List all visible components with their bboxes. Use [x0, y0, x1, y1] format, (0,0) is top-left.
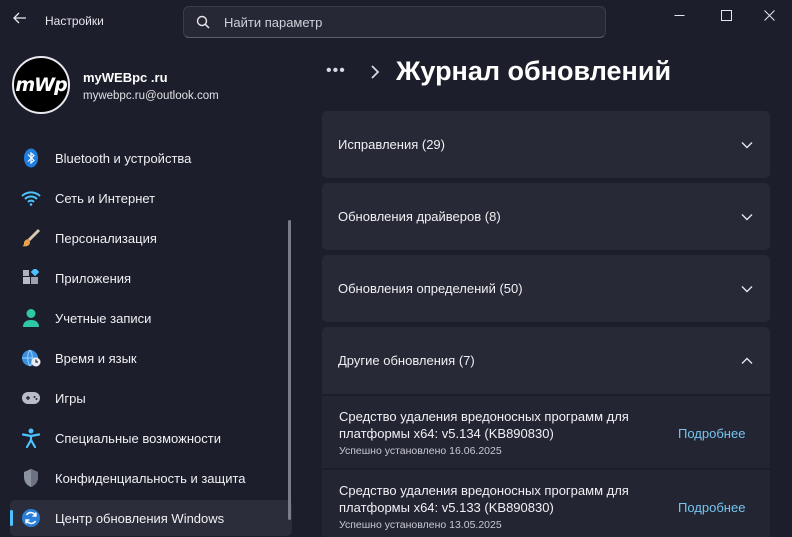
sidebar-item-label: Центр обновления Windows	[55, 511, 225, 526]
user-name: myWEBpc .ru	[83, 70, 168, 85]
sidebar-nav: Bluetooth и устройства Сеть и Интернет П…	[10, 140, 292, 537]
search-icon	[196, 15, 210, 29]
section-fixes[interactable]: Исправления (29)	[322, 111, 770, 178]
page-title: Журнал обновлений	[396, 56, 672, 86]
maximize-button[interactable]	[703, 0, 749, 30]
sidebar-item-gaming[interactable]: Игры	[10, 380, 292, 416]
sidebar-item-accessibility[interactable]: Специальные возможности	[10, 420, 292, 456]
details-link[interactable]: Подробнее	[678, 500, 745, 515]
update-entry: Средство удаления вредоносных программ д…	[322, 470, 770, 537]
back-arrow-icon	[13, 12, 26, 24]
sidebar-item-label: Сеть и Интернет	[55, 191, 156, 206]
close-button[interactable]	[746, 0, 792, 30]
sidebar-item-personalization[interactable]: Персонализация	[10, 220, 292, 256]
chevron-up-icon[interactable]	[740, 354, 754, 368]
sidebar-item-bluetooth[interactable]: Bluetooth и устройства	[10, 140, 292, 176]
minimize-button[interactable]	[656, 0, 702, 30]
update-title: Средство удаления вредоносных программ д…	[339, 409, 629, 441]
section-label: Исправления (29)	[338, 137, 445, 152]
sidebar-item-label: Bluetooth и устройства	[55, 151, 192, 166]
section-other-updates[interactable]: Другие обновления (7)	[322, 327, 770, 394]
avatar[interactable]: mWp	[12, 56, 70, 114]
back-button[interactable]	[8, 6, 32, 30]
minimize-icon	[674, 14, 684, 16]
section-driver-updates[interactable]: Обновления драйверов (8)	[322, 183, 770, 250]
close-icon	[763, 9, 775, 21]
sidebar-item-label: Игры	[55, 391, 86, 406]
sidebar-item-apps[interactable]: Приложения	[10, 260, 292, 296]
sidebar-scrollbar[interactable]	[288, 220, 291, 520]
brush-icon	[21, 228, 41, 248]
update-status: Успешно установлено 16.06.2025	[339, 445, 502, 457]
sidebar-item-time-language[interactable]: Время и язык	[10, 340, 292, 376]
app-title: Настройки	[45, 14, 104, 28]
title-bar: Настройки	[0, 0, 792, 44]
chevron-down-icon[interactable]	[740, 282, 754, 296]
sidebar-item-network[interactable]: Сеть и Интернет	[10, 180, 292, 216]
sidebar-item-label: Приложения	[55, 271, 132, 286]
bluetooth-icon	[21, 148, 41, 168]
update-status: Успешно установлено 13.05.2025	[339, 519, 502, 531]
active-indicator	[10, 510, 13, 526]
user-email: mywebpc.ru@outlook.com	[83, 90, 219, 102]
breadcrumb-overflow-button[interactable]: •••	[326, 62, 346, 80]
accessibility-icon	[21, 428, 41, 448]
globe-clock-icon	[21, 348, 41, 368]
section-label: Обновления драйверов (8)	[338, 209, 501, 224]
section-definition-updates[interactable]: Обновления определений (50)	[322, 255, 770, 322]
chevron-down-icon[interactable]	[740, 210, 754, 224]
update-entry: Средство удаления вредоносных программ д…	[322, 396, 770, 468]
gamepad-icon	[21, 388, 41, 408]
sidebar-item-privacy[interactable]: Конфиденциальность и защита	[10, 460, 292, 496]
sidebar-item-windows-update[interactable]: Центр обновления Windows	[10, 500, 292, 536]
sidebar-item-label: Персонализация	[55, 231, 157, 246]
person-icon	[21, 308, 41, 328]
update-title: Средство удаления вредоносных программ д…	[339, 483, 629, 515]
sidebar-item-label: Специальные возможности	[55, 431, 221, 446]
wifi-icon	[21, 188, 41, 208]
sidebar-item-accounts[interactable]: Учетные записи	[10, 300, 292, 336]
shield-icon	[21, 468, 41, 488]
chevron-down-icon[interactable]	[740, 138, 754, 152]
apps-icon	[21, 268, 41, 288]
sidebar-item-label: Время и язык	[55, 351, 137, 366]
sidebar-item-label: Конфиденциальность и защита	[55, 471, 246, 486]
search-box[interactable]	[183, 6, 606, 38]
maximize-icon	[720, 9, 732, 21]
windows-update-icon	[21, 508, 41, 528]
breadcrumb-chevron-icon	[371, 65, 380, 79]
details-link[interactable]: Подробнее	[678, 426, 745, 441]
section-label: Другие обновления (7)	[338, 353, 475, 368]
section-label: Обновления определений (50)	[338, 281, 523, 296]
search-input[interactable]	[224, 7, 594, 37]
sidebar-item-label: Учетные записи	[55, 311, 152, 326]
